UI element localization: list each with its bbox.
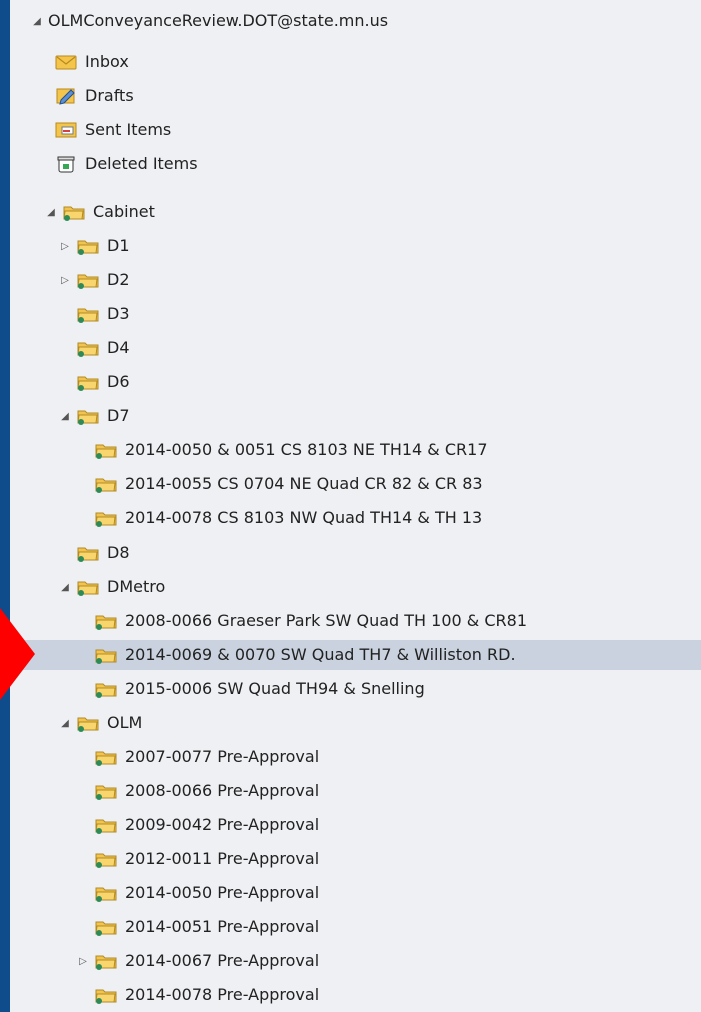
deleted-items-icon: [54, 154, 78, 174]
folder-icon: [94, 508, 118, 528]
folder-deleted-items[interactable]: Deleted Items: [54, 149, 701, 179]
folder-label: 2014-0069 & 0070 SW Quad TH7 & Williston…: [125, 645, 516, 664]
folder-label: 2014-0050 Pre-Approval: [125, 883, 320, 902]
collapse-arrow-icon[interactable]: ◢: [44, 205, 58, 219]
inbox-icon: [54, 52, 78, 72]
collapse-arrow-icon[interactable]: ◢: [58, 580, 72, 594]
folder-label: Drafts: [85, 86, 134, 105]
folder-label: Cabinet: [93, 202, 155, 221]
folder-label: 2014-0051 Pre-Approval: [125, 917, 320, 936]
folder-label: D8: [107, 543, 130, 562]
folder-icon: [76, 236, 100, 256]
folder-icon: [76, 406, 100, 426]
folder-label: D3: [107, 304, 130, 323]
folder-icon: [76, 713, 100, 733]
folder-icon: [94, 474, 118, 494]
folder-inbox[interactable]: Inbox: [54, 47, 701, 77]
folder-d2[interactable]: ▷ D2: [58, 265, 701, 295]
folder-label: 2007-0077 Pre-Approval: [125, 747, 320, 766]
folder-icon: [94, 679, 118, 699]
subfolder-row[interactable]: 2014-0050 & 0051 CS 8103 NE TH14 & CR17: [94, 435, 701, 465]
folder-icon: [94, 849, 118, 869]
folder-drafts[interactable]: Drafts: [54, 81, 701, 111]
folder-icon: [76, 304, 100, 324]
subfolder-row[interactable]: 2008-0066 Pre-Approval: [94, 776, 701, 806]
expand-arrow-icon[interactable]: ▷: [58, 239, 72, 253]
folder-label: Sent Items: [85, 120, 172, 139]
subfolder-row[interactable]: 2015-0006 SW Quad TH94 & Snelling: [94, 674, 701, 704]
folder-label: OLM: [107, 713, 143, 732]
folder-cabinet[interactable]: ◢ Cabinet: [44, 197, 701, 227]
account-root[interactable]: ◢ OLMConveyanceReview.DOT@state.mn.us: [30, 6, 701, 36]
folder-d7[interactable]: ◢ D7: [58, 401, 701, 431]
folder-icon: [94, 883, 118, 903]
subfolder-row[interactable]: 2014-0078 Pre-Approval: [94, 980, 701, 1010]
folder-d1[interactable]: ▷ D1: [58, 231, 701, 261]
folder-d3[interactable]: ▷ D3: [58, 299, 701, 329]
folder-label: D2: [107, 270, 130, 289]
expand-arrow-icon[interactable]: ▷: [58, 273, 72, 287]
folder-icon: [94, 951, 118, 971]
folder-icon: [94, 440, 118, 460]
folder-pane: ◢ OLMConveyanceReview.DOT@state.mn.us In…: [10, 0, 701, 1012]
folder-icon: [94, 611, 118, 631]
account-name: OLMConveyanceReview.DOT@state.mn.us: [48, 11, 389, 30]
folder-icon: [94, 985, 118, 1005]
folder-icon: [94, 645, 118, 665]
folder-label: 2008-0066 Pre-Approval: [125, 781, 320, 800]
folder-label: D4: [107, 338, 130, 357]
folder-label: Deleted Items: [85, 154, 198, 173]
expand-arrow-icon[interactable]: ▷: [76, 954, 90, 968]
red-pointer-arrow: [0, 608, 35, 700]
folder-label: 2014-0055 CS 0704 NE Quad CR 82 & CR 83: [125, 474, 483, 493]
folder-label: 2008-0066 Graeser Park SW Quad TH 100 & …: [125, 611, 527, 630]
folder-d4[interactable]: ▷ D4: [58, 333, 701, 363]
folder-d6[interactable]: ▷ D6: [58, 367, 701, 397]
folder-label: 2014-0078 Pre-Approval: [125, 985, 320, 1004]
folder-icon: [76, 577, 100, 597]
folder-icon: [76, 372, 100, 392]
subfolder-row[interactable]: 2014-0050 Pre-Approval: [94, 878, 701, 908]
collapse-arrow-icon[interactable]: ◢: [58, 716, 72, 730]
folder-label: D1: [107, 236, 130, 255]
folder-icon: [94, 815, 118, 835]
folder-olm[interactable]: ◢ OLM: [58, 708, 701, 738]
subfolder-row[interactable]: 2012-0011 Pre-Approval: [94, 844, 701, 874]
folder-label: DMetro: [107, 577, 166, 596]
folder-icon: [76, 543, 100, 563]
subfolder-row[interactable]: 2014-0051 Pre-Approval: [94, 912, 701, 942]
folder-label: 2015-0006 SW Quad TH94 & Snelling: [125, 679, 425, 698]
folder-label: 2014-0078 CS 8103 NW Quad TH14 & TH 13: [125, 508, 483, 527]
folder-dmetro[interactable]: ◢ DMetro: [58, 572, 701, 602]
sent-items-icon: [54, 120, 78, 140]
folder-icon: [94, 917, 118, 937]
subfolder-row[interactable]: 2008-0066 Graeser Park SW Quad TH 100 & …: [94, 606, 701, 636]
folder-icon: [94, 781, 118, 801]
folder-icon: [76, 338, 100, 358]
folder-sent-items[interactable]: Sent Items: [54, 115, 701, 145]
folder-label: 2014-0050 & 0051 CS 8103 NE TH14 & CR17: [125, 440, 488, 459]
folder-label: Inbox: [85, 52, 129, 71]
folder-label: D7: [107, 406, 130, 425]
subfolder-row[interactable]: 2014-0055 CS 0704 NE Quad CR 82 & CR 83: [94, 469, 701, 499]
drafts-icon: [54, 86, 78, 106]
collapse-arrow-icon[interactable]: ◢: [58, 409, 72, 423]
subfolder-row[interactable]: 2014-0078 CS 8103 NW Quad TH14 & TH 13: [94, 503, 701, 533]
folder-label: 2014-0067 Pre-Approval: [125, 951, 320, 970]
folder-icon: [62, 202, 86, 222]
folder-icon: [76, 270, 100, 290]
subfolder-row[interactable]: ▷ 2014-0067 Pre-Approval: [76, 946, 701, 976]
folder-label: 2009-0042 Pre-Approval: [125, 815, 320, 834]
folder-d8[interactable]: ▷ D8: [58, 538, 701, 568]
collapse-arrow-icon[interactable]: ◢: [30, 14, 44, 28]
folder-icon: [94, 747, 118, 767]
subfolder-row[interactable]: 2009-0042 Pre-Approval: [94, 810, 701, 840]
folder-label: D6: [107, 372, 130, 391]
folder-label: 2012-0011 Pre-Approval: [125, 849, 320, 868]
selected-subfolder-row[interactable]: 2014-0069 & 0070 SW Quad TH7 & Williston…: [20, 640, 701, 670]
subfolder-row[interactable]: 2007-0077 Pre-Approval: [94, 742, 701, 772]
